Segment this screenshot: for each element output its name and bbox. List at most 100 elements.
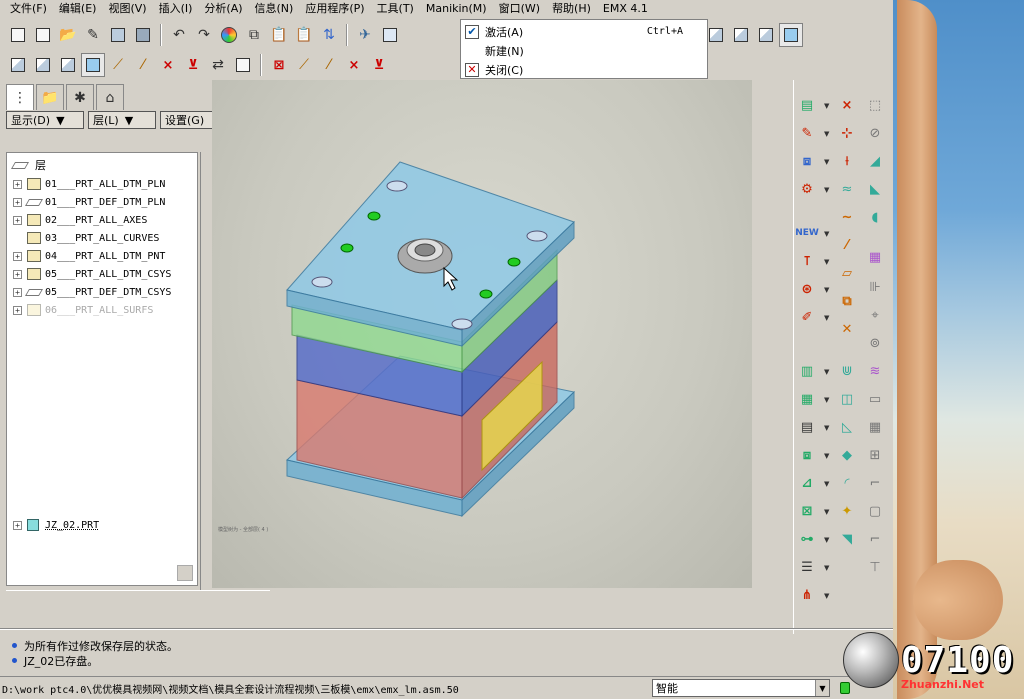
- expand-icon[interactable]: +: [13, 197, 22, 207]
- no-hidden-icon[interactable]: [56, 53, 80, 77]
- copy-icon[interactable]: ⧉: [242, 23, 266, 47]
- expand-icon[interactable]: +: [13, 287, 22, 297]
- chevron-down-icon[interactable]: ▼: [824, 258, 829, 266]
- navigator-horizontal-scrollbar[interactable]: [6, 590, 270, 620]
- graphics-window[interactable]: 模型树为 - 全部层( 4 ): [212, 80, 752, 588]
- draft-icon[interactable]: ◺: [836, 416, 858, 438]
- menu-emx[interactable]: EMX 4.1: [597, 0, 654, 18]
- shell-icon[interactable]: ◫: [836, 388, 858, 410]
- layer-row[interactable]: +04___PRT_ALL_DTM_PNT: [13, 247, 165, 265]
- menu-file[interactable]: 文件(F): [4, 0, 53, 18]
- axis-icon[interactable]: ⁄: [317, 53, 341, 77]
- open-folder-icon[interactable]: 📂: [56, 23, 80, 47]
- offset-icon[interactable]: ⬚: [864, 94, 886, 116]
- edge-round-icon[interactable]: ◜: [836, 472, 858, 494]
- solidify-icon[interactable]: ▢: [864, 500, 886, 522]
- surface-icon[interactable]: ◣: [864, 178, 886, 200]
- expand-icon[interactable]: +: [13, 215, 22, 225]
- chevron-down-icon[interactable]: ▼: [824, 452, 829, 460]
- mold-base-icon[interactable]: ▤: [796, 94, 818, 116]
- layer-row[interactable]: +05___PRT_DEF_DTM_CSYS: [13, 283, 171, 301]
- blend-icon[interactable]: ◖: [864, 206, 886, 228]
- thicken-icon[interactable]: ▭: [864, 388, 886, 410]
- chevron-down-icon[interactable]: ▼: [824, 186, 829, 194]
- edit-pen-icon[interactable]: ✎: [81, 23, 105, 47]
- sweep-blend-icon[interactable]: ⋓: [836, 360, 858, 382]
- cooling-channel-icon[interactable]: ⊶: [796, 528, 818, 550]
- hidden-line-icon[interactable]: [729, 23, 753, 47]
- redo-icon[interactable]: ↷: [192, 23, 216, 47]
- ejector-plate-icon[interactable]: ▦: [796, 388, 818, 410]
- curve-icon[interactable]: ≈: [836, 178, 858, 200]
- menu-tools[interactable]: 工具(T): [371, 0, 420, 18]
- interference-icon[interactable]: ⊠: [796, 500, 818, 522]
- chevron-down-icon[interactable]: ▼: [824, 508, 829, 516]
- wave-surface-icon[interactable]: ≋: [864, 360, 886, 382]
- pattern-icon[interactable]: ▦: [864, 246, 886, 268]
- menu-window[interactable]: 窗口(W): [493, 0, 546, 18]
- paste-special-icon[interactable]: 📋: [292, 23, 316, 47]
- grid-icon[interactable]: ▦: [864, 416, 886, 438]
- chevron-down-icon[interactable]: ▼: [815, 680, 829, 696]
- shading-icon[interactable]: [81, 53, 105, 77]
- menu-edit[interactable]: 编辑(E): [53, 0, 103, 18]
- datum-point-icon[interactable]: ×: [836, 94, 858, 116]
- menu-manikin[interactable]: Manikin(M): [420, 0, 493, 18]
- menu-help[interactable]: 帮助(H): [546, 0, 597, 18]
- panel-sash[interactable]: [200, 152, 212, 592]
- component-list-icon[interactable]: ☰: [796, 556, 818, 578]
- no-hidden-icon[interactable]: [754, 23, 778, 47]
- tab-folder-browser[interactable]: 📁: [36, 84, 64, 110]
- chevron-down-icon[interactable]: ▼: [824, 158, 829, 166]
- regenerate-icon[interactable]: ⇅: [317, 23, 341, 47]
- sweep-icon[interactable]: ◢: [864, 150, 886, 172]
- refit-icon[interactable]: [231, 53, 255, 77]
- expand-icon[interactable]: +: [13, 179, 22, 189]
- datum-point-display-icon[interactable]: ×: [156, 53, 180, 77]
- sketched-point-icon[interactable]: ⊹: [836, 122, 858, 144]
- extend-icon[interactable]: ⊚: [864, 332, 886, 354]
- locating-ring-icon[interactable]: ⊛: [796, 278, 818, 300]
- datum-axis-display-icon[interactable]: ⁄: [131, 53, 155, 77]
- chevron-down-icon[interactable]: ▼: [824, 286, 829, 294]
- wireframe-icon[interactable]: [6, 53, 30, 77]
- offset-surface-icon[interactable]: ⌐: [864, 528, 886, 550]
- variable-section-icon[interactable]: ⌐: [864, 472, 886, 494]
- layer-tree-root[interactable]: 层: [9, 157, 46, 173]
- merge-icon[interactable]: ⌖: [864, 304, 886, 326]
- chevron-down-icon[interactable]: ▼: [824, 592, 829, 600]
- rib-icon[interactable]: ◥: [836, 528, 858, 550]
- menu-analysis[interactable]: 分析(A): [198, 0, 248, 18]
- shading-icon[interactable]: [779, 23, 803, 47]
- csys-icon[interactable]: ⟊: [836, 150, 858, 172]
- sketch-curve-icon[interactable]: ∼: [836, 206, 858, 228]
- layer-row[interactable]: +01___PRT_ALL_DTM_PLN: [13, 175, 165, 193]
- mirror-icon[interactable]: ⊪: [864, 276, 886, 298]
- ejector-pin-icon[interactable]: ✎: [796, 122, 818, 144]
- menu-insert[interactable]: 插入(I): [153, 0, 199, 18]
- layer-row[interactable]: +01___PRT_DEF_DTM_PLN: [13, 193, 165, 211]
- part-row[interactable]: + JZ_02.PRT: [13, 519, 99, 531]
- layer-dropdown[interactable]: 层(L) ▼: [88, 111, 156, 129]
- layer-row[interactable]: +05___PRT_ALL_DTM_CSYS: [13, 265, 171, 283]
- new-assembly-icon[interactable]: NEW: [795, 222, 819, 244]
- chevron-down-icon[interactable]: ▼: [824, 424, 829, 432]
- paste-icon[interactable]: 📋: [267, 23, 291, 47]
- point-icon[interactable]: ×: [342, 53, 366, 77]
- menu-applications[interactable]: 应用程序(P): [299, 0, 370, 18]
- csys-icon[interactable]: ⊻: [367, 53, 391, 77]
- tab-favorites[interactable]: ✱: [66, 84, 94, 110]
- menu-item-activate[interactable]: ✔ 激活(A) Ctrl+A: [461, 22, 707, 41]
- chamfer-icon[interactable]: ✦: [836, 500, 858, 522]
- bom-icon[interactable]: ▤: [796, 416, 818, 438]
- datum-plane-display-icon[interactable]: ⟋: [106, 53, 130, 77]
- expand-icon[interactable]: +: [13, 251, 22, 261]
- chevron-down-icon[interactable]: ▼: [824, 564, 829, 572]
- selection-filter[interactable]: 智能 ▼: [652, 679, 830, 697]
- layer-row[interactable]: 03___PRT_ALL_CURVES: [13, 229, 159, 247]
- chevron-down-icon[interactable]: ▼: [824, 102, 829, 110]
- tab-model-tree[interactable]: ⋮: [6, 84, 34, 110]
- chevron-down-icon[interactable]: ▼: [824, 230, 829, 238]
- close-window-icon[interactable]: ⊠: [267, 53, 291, 77]
- trim-icon[interactable]: ⊘: [864, 122, 886, 144]
